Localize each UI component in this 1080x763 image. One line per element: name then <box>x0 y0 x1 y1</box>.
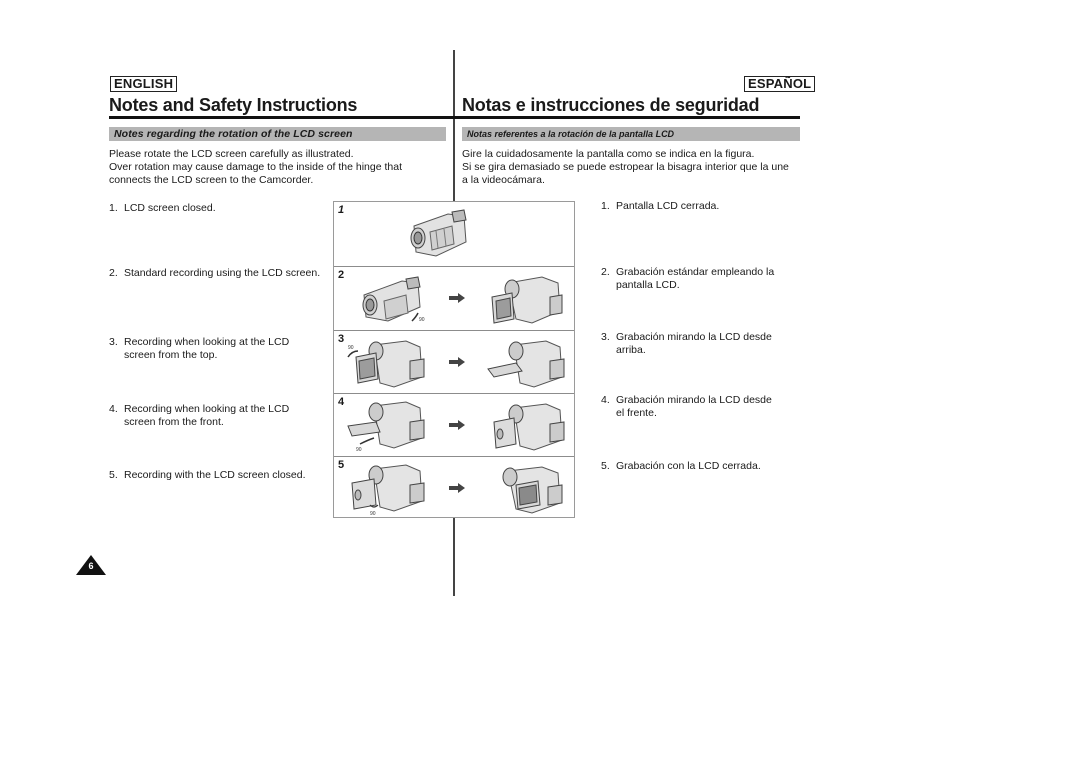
item-text: Pantalla LCD cerrada. <box>616 200 720 212</box>
figure-row-3: 3 90 <box>334 330 574 394</box>
english-intro-line: connects the LCD screen to the Camcorder… <box>109 174 314 186</box>
arrow-right-icon <box>449 420 465 430</box>
item-text: el frente. <box>616 407 657 419</box>
item-number: 5. <box>109 469 118 481</box>
spanish-list-item: 2. Grabación estándar empleando la pantal… <box>601 266 774 292</box>
arrow-right-icon <box>449 483 465 493</box>
item-number: 5. <box>601 460 610 472</box>
item-number: 2. <box>601 266 610 278</box>
camcorder-closed-icon: 90 <box>362 276 425 323</box>
arrow-right-icon <box>449 293 465 303</box>
camcorder-lcd-reversed-icon: 90 <box>351 464 425 517</box>
spanish-list-item: 5. Grabación con la LCD cerrada. <box>601 460 761 473</box>
item-text: Recording when looking at the LCD <box>124 403 290 415</box>
camcorder-lcd-tilted-up-icon <box>487 340 565 388</box>
item-number: 3. <box>601 331 610 343</box>
item-number: 1. <box>109 202 118 214</box>
english-list-item: 4. Recording when looking at the LCD scre… <box>109 403 289 429</box>
spanish-list-item: 1. Pantalla LCD cerrada. <box>601 200 719 213</box>
english-intro: Please rotate the LCD screen carefully a… <box>109 148 402 187</box>
item-number: 3. <box>109 336 118 348</box>
spanish-title-rule <box>454 116 800 119</box>
english-list-item: 2. Standard recording using the LCD scree… <box>109 267 320 280</box>
page-number: 6 <box>88 561 94 571</box>
item-text: Grabación estándar empleando la <box>616 266 775 278</box>
english-language-badge: ENGLISH <box>110 76 178 92</box>
camcorder-closed-icon <box>410 209 467 257</box>
spanish-language-badge: ESPAÑOL <box>744 76 816 92</box>
lcd-rotation-figure: 1 2 90 3 90 4 90 5 90 <box>333 201 575 518</box>
english-list-item: 1. LCD screen closed. <box>109 202 216 215</box>
page-number-marker: 6 <box>76 555 106 575</box>
spanish-section-heading: Notas referentes a la rotación de la pan… <box>462 127 800 141</box>
camcorder-lcd-closed-facing-out-icon <box>502 466 563 514</box>
spanish-list-item: 3. Grabación mirando la LCD desde arriba. <box>601 331 772 357</box>
spanish-intro-line: Gire la cuidadosamente la pantalla como … <box>462 148 755 160</box>
spanish-intro-line: a la videocámara. <box>462 174 545 186</box>
item-number: 4. <box>601 394 610 406</box>
english-intro-line: Please rotate the LCD screen carefully a… <box>109 148 354 160</box>
item-text: arriba. <box>616 344 646 356</box>
item-text: Recording with the LCD screen closed. <box>124 469 306 481</box>
item-text: screen from the front. <box>124 416 224 428</box>
item-text: screen from the top. <box>124 349 218 361</box>
item-number: 1. <box>601 200 610 212</box>
item-number: 2. <box>109 267 118 279</box>
camcorder-lcd-open-icon <box>491 276 563 324</box>
item-text: LCD screen closed. <box>124 202 216 214</box>
camcorder-lcd-front-icon <box>493 403 565 451</box>
svg-text:90: 90 <box>356 447 362 453</box>
item-text: Grabación con la LCD cerrada. <box>616 460 761 472</box>
spanish-intro-line: Si se gira demasiado se puede estropear … <box>462 161 789 173</box>
svg-text:90: 90 <box>370 511 376 517</box>
item-text: Recording when looking at the LCD <box>124 336 290 348</box>
english-list-item: 3. Recording when looking at the LCD scre… <box>109 336 289 362</box>
figure-row-2: 2 90 <box>334 266 574 331</box>
spanish-intro: Gire la cuidadosamente la pantalla como … <box>462 148 789 187</box>
camcorder-lcd-open-icon: 90 <box>347 340 425 388</box>
english-section-heading: Notes regarding the rotation of the LCD … <box>109 127 446 141</box>
item-text: Grabación mirando la LCD desde <box>616 331 772 343</box>
item-number: 4. <box>109 403 118 415</box>
english-title-rule <box>109 116 454 119</box>
svg-text:90: 90 <box>348 345 354 351</box>
english-page-title: Notes and Safety Instructions <box>109 95 358 115</box>
figure-row-1: 1 <box>334 202 574 266</box>
english-intro-line: Over rotation may cause damage to the in… <box>109 161 403 173</box>
figure-row-label: 2 <box>338 269 345 281</box>
item-text: Standard recording using the LCD screen. <box>124 267 321 279</box>
spanish-list-item: 4. Grabación mirando la LCD desde el fren… <box>601 394 772 420</box>
camcorder-lcd-tilted-down-icon: 90 <box>347 401 425 453</box>
figure-row-label: 1 <box>338 204 345 216</box>
figure-row-5: 5 90 <box>334 456 574 519</box>
item-text: Grabación mirando la LCD desde <box>616 394 772 406</box>
item-text: pantalla LCD. <box>616 279 680 291</box>
figure-row-4: 4 90 <box>334 393 574 457</box>
english-list-item: 5. Recording with the LCD screen closed. <box>109 469 306 482</box>
arrow-right-icon <box>449 357 465 367</box>
rotation-mark: 90 <box>419 317 425 323</box>
spanish-page-title: Notas e instrucciones de seguridad <box>462 95 760 115</box>
